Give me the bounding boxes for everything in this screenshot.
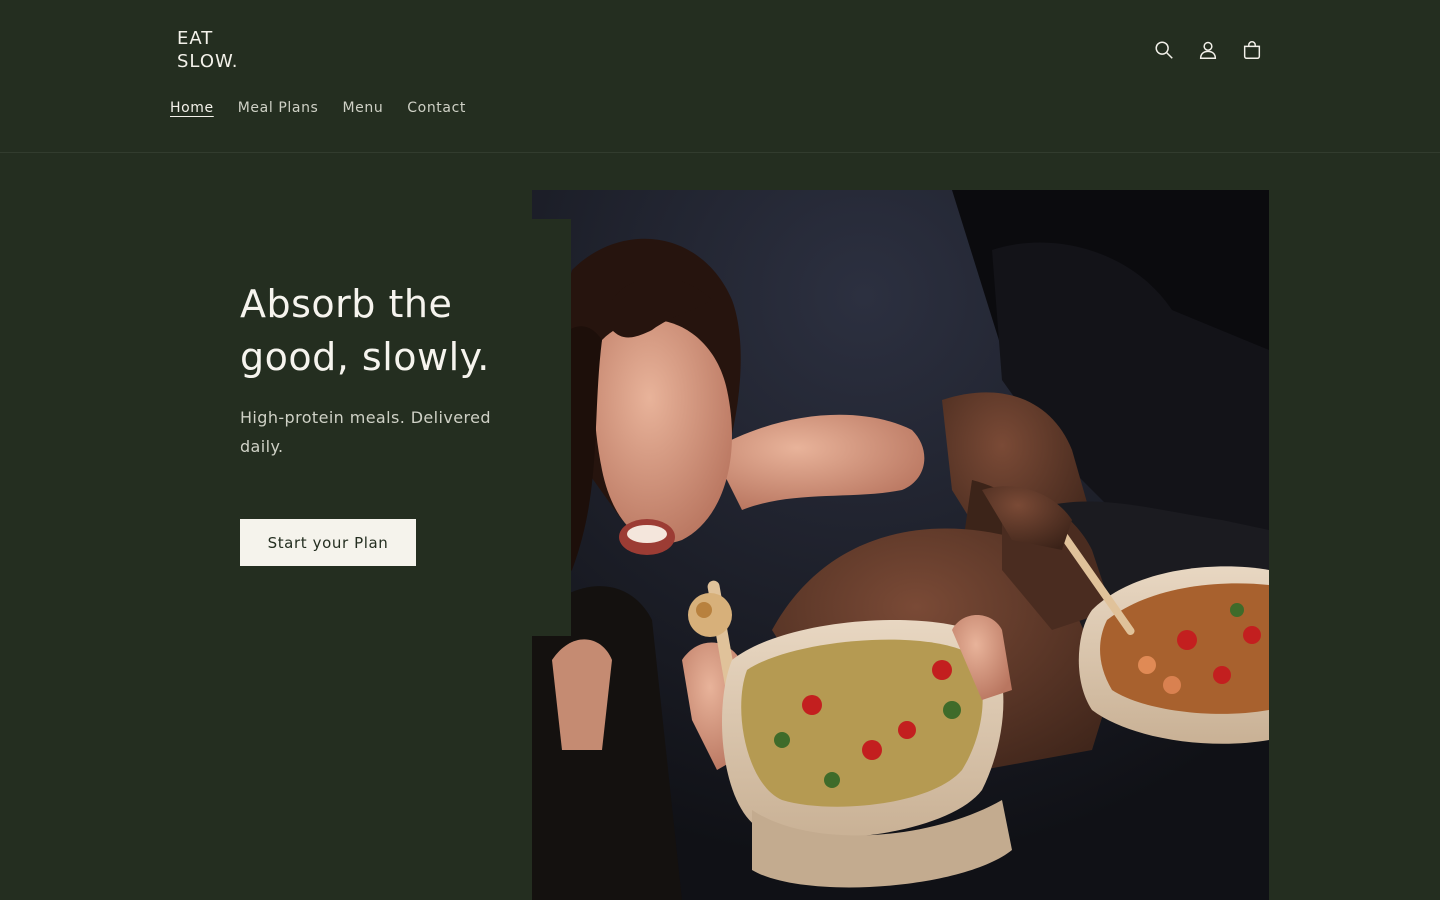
hero-photo-illustration <box>532 190 1269 900</box>
brand-logo[interactable]: EAT SLOW. <box>177 27 238 73</box>
nav-item-home[interactable]: Home <box>170 100 214 120</box>
start-plan-button[interactable]: Start your Plan <box>240 519 416 566</box>
hero-title: Absorb the good, slowly. <box>240 282 490 379</box>
brand-line-1: EAT <box>177 28 214 49</box>
site-header: EAT SLOW. Home Meal Plans Menu Contact <box>0 0 1440 153</box>
nav-item-meal-plans[interactable]: Meal Plans <box>238 100 319 120</box>
hero-image <box>532 190 1269 900</box>
image-notch-decoration <box>532 219 571 636</box>
cart-icon[interactable] <box>1238 36 1266 64</box>
header-icons <box>1150 36 1265 64</box>
account-icon[interactable] <box>1194 36 1222 64</box>
nav-item-menu[interactable]: Menu <box>342 100 383 120</box>
nav-item-contact[interactable]: Contact <box>407 100 466 120</box>
hero-text: Absorb the good, slowly. High-protein me… <box>240 278 510 461</box>
main-nav: Home Meal Plans Menu Contact <box>170 100 490 120</box>
hero-subtitle: High-protein meals. Delivered daily. <box>240 408 491 456</box>
search-icon[interactable] <box>1150 36 1178 64</box>
brand-line-2: SLOW. <box>177 51 239 72</box>
